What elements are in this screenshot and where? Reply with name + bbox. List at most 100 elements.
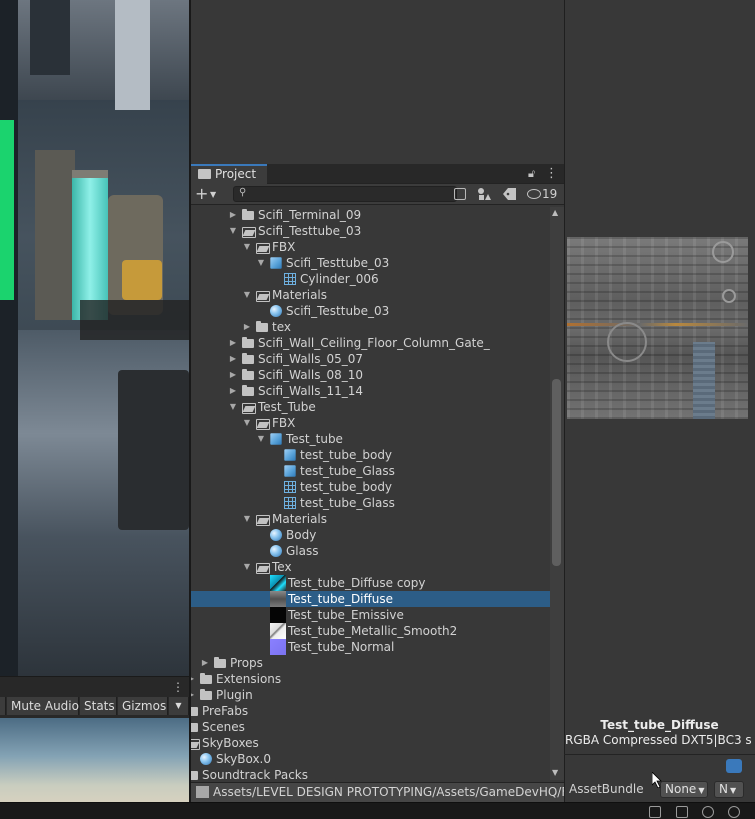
material-icon xyxy=(270,529,282,541)
filter-by-type-icon[interactable] xyxy=(477,187,491,201)
tree-row-label: Soundtrack Packs xyxy=(202,768,308,780)
preview-detail xyxy=(712,241,734,263)
tree-row[interactable]: ▶Soundtrack Packs xyxy=(191,767,550,780)
chevron-down-icon[interactable]: ▼ xyxy=(228,399,238,415)
tree-row[interactable]: ▶ Scifi_Terminal_09 xyxy=(191,207,550,223)
tree-row[interactable]: Test_tube_Emissive xyxy=(191,607,550,623)
tree-row-label: Test_tube xyxy=(286,432,343,446)
chevron-right-icon[interactable]: ▶ xyxy=(228,351,238,367)
check-status-icon[interactable] xyxy=(728,806,740,818)
tab-project[interactable]: Project xyxy=(191,164,267,184)
tree-row[interactable]: Test_tube_Diffuse xyxy=(191,591,550,607)
tree-row[interactable]: ▶ Scifi_Walls_11_14 xyxy=(191,383,550,399)
tree-row[interactable]: ▶ tex xyxy=(191,319,550,335)
tree-row[interactable]: Cylinder_006 xyxy=(191,271,550,287)
chevron-right-icon[interactable]: ▶ xyxy=(191,671,196,687)
tree-row[interactable]: ▼ Test_Tube xyxy=(191,399,550,415)
chevron-right-icon[interactable]: ▶ xyxy=(200,655,210,671)
tree-row[interactable]: ▼ Scifi_Testtube_03 xyxy=(191,223,550,239)
scene-view[interactable] xyxy=(0,0,189,676)
create-add-button[interactable]: + ▼ xyxy=(195,185,221,204)
tree-row[interactable]: test_tube_Glass xyxy=(191,495,550,511)
game-view[interactable] xyxy=(0,718,189,802)
chevron-right-icon[interactable]: ▶ xyxy=(228,383,238,399)
tree-row[interactable]: test_tube_body xyxy=(191,479,550,495)
chevron-right-icon[interactable]: ▶ xyxy=(242,319,252,335)
tree-row[interactable]: Scifi_Testtube_03 xyxy=(191,303,550,319)
texture-icon xyxy=(196,786,209,798)
chevron-down-icon[interactable]: ▼ xyxy=(242,287,252,303)
tree-row[interactable]: ▼ FBX xyxy=(191,415,550,431)
tree-row[interactable]: test_tube_Glass xyxy=(191,463,550,479)
scroll-down-arrow-icon[interactable]: ▼ xyxy=(552,768,558,777)
gizmos-button[interactable]: Gizmos xyxy=(118,697,168,715)
hidden-packages-toggle[interactable]: 19 xyxy=(527,186,563,203)
chevron-down-icon[interactable]: ▼ xyxy=(242,511,252,527)
tree-row-label: Cylinder_006 xyxy=(300,272,379,286)
project-tree[interactable]: ▶ Scifi_Terminal_09 ▼ Scifi_Testtube_03 ▼ FBX… xyxy=(191,207,550,780)
tree-row-label: Scifi_Testtube_03 xyxy=(286,256,390,270)
debug-mode-icon[interactable] xyxy=(649,806,661,818)
tree-row[interactable]: Test_tube_Metallic_Smooth2 xyxy=(191,623,550,639)
tree-row[interactable]: ▶ Scifi_Walls_05_07 xyxy=(191,351,550,367)
lighting-icon[interactable] xyxy=(702,806,714,818)
tree-row[interactable]: ▶ Scifi_Walls_08_10 xyxy=(191,367,550,383)
tree-row[interactable]: ▶ Plugin xyxy=(191,687,550,703)
chevron-right-icon[interactable]: ▶ xyxy=(228,207,238,223)
chevron-right-icon[interactable]: ▶ xyxy=(228,335,238,351)
tree-row[interactable]: SkyBox.0 xyxy=(191,751,550,767)
tree-row[interactable]: ▶ Props xyxy=(191,655,550,671)
folder-icon xyxy=(242,337,254,349)
filter-by-label-icon[interactable] xyxy=(503,188,516,200)
mute-audio-button[interactable]: Mute Audio xyxy=(7,697,79,715)
game-toolbar-kebab-icon[interactable]: ⋮ xyxy=(172,680,184,694)
tree-row[interactable]: ▶Scenes xyxy=(191,719,550,735)
scroll-up-arrow-icon[interactable]: ▲ xyxy=(552,208,558,217)
model-icon xyxy=(284,465,296,477)
scene-tank-tube xyxy=(72,170,108,320)
tree-row[interactable]: Test_tube_Diffuse copy xyxy=(191,575,550,591)
search-input[interactable] xyxy=(233,186,457,202)
chevron-down-icon[interactable]: ▼ xyxy=(242,559,252,575)
tree-row[interactable]: ▼ Scifi_Testtube_03 xyxy=(191,255,550,271)
tree-row[interactable]: Test_tube_Normal xyxy=(191,639,550,655)
chevron-down-icon[interactable]: ▼ xyxy=(256,255,266,271)
folder-open-icon xyxy=(256,289,270,302)
kebab-menu-icon[interactable]: ⋮ xyxy=(545,166,558,182)
tree-row[interactable]: ▼ Test_tube xyxy=(191,431,550,447)
assetbundle-variant-select[interactable]: N ▼ xyxy=(714,781,744,798)
tree-row[interactable]: ▼ FBX xyxy=(191,239,550,255)
assetbundle-name-select[interactable]: None ▼ xyxy=(660,781,708,798)
chevron-down-icon[interactable]: ▼ xyxy=(256,431,266,447)
tree-row[interactable]: ▼ Materials xyxy=(191,287,550,303)
tree-row[interactable]: ▼ Tex xyxy=(191,559,550,575)
chevron-down-icon: ▼ xyxy=(210,190,217,199)
tree-row[interactable]: Body xyxy=(191,527,550,543)
lock-icon[interactable]: 🔓︎ xyxy=(528,168,538,180)
stats-button[interactable]: Stats xyxy=(80,697,117,715)
chevron-down-icon[interactable]: ▼ xyxy=(242,239,252,255)
tree-row[interactable]: ▶PreFabs xyxy=(191,703,550,719)
divider xyxy=(564,754,755,755)
tree-row-label: SkyBoxes xyxy=(202,736,259,750)
project-scrollbar-thumb[interactable] xyxy=(552,379,561,566)
texture-metallic-icon xyxy=(270,623,286,639)
tree-row-label: Scifi_Walls_11_14 xyxy=(258,384,364,398)
tree-row[interactable]: ▼SkyBoxes xyxy=(191,735,550,751)
chevron-down-icon[interactable]: ▼ xyxy=(228,223,238,239)
chevron-right-icon[interactable]: ▶ xyxy=(228,367,238,383)
tree-row[interactable]: ▶ Extensions xyxy=(191,671,550,687)
tree-row-label: test_tube_Glass xyxy=(300,464,395,478)
chevron-right-icon[interactable]: ▶ xyxy=(191,687,196,703)
gizmos-dropdown-button[interactable]: ▼ xyxy=(169,697,189,715)
search-by-type-icon[interactable] xyxy=(454,188,466,200)
tree-row[interactable]: Glass xyxy=(191,543,550,559)
folder-icon xyxy=(256,321,268,333)
tree-row[interactable]: test_tube_body xyxy=(191,447,550,463)
layers-icon[interactable] xyxy=(676,806,688,818)
tree-row-label: tex xyxy=(272,320,291,334)
chevron-down-icon[interactable]: ▼ xyxy=(242,415,252,431)
tree-row[interactable]: ▶ Scifi_Wall_Ceiling_Floor_Column_Gate_ xyxy=(191,335,550,351)
asset-label-tag-icon[interactable] xyxy=(726,759,742,773)
tree-row[interactable]: ▼ Materials xyxy=(191,511,550,527)
